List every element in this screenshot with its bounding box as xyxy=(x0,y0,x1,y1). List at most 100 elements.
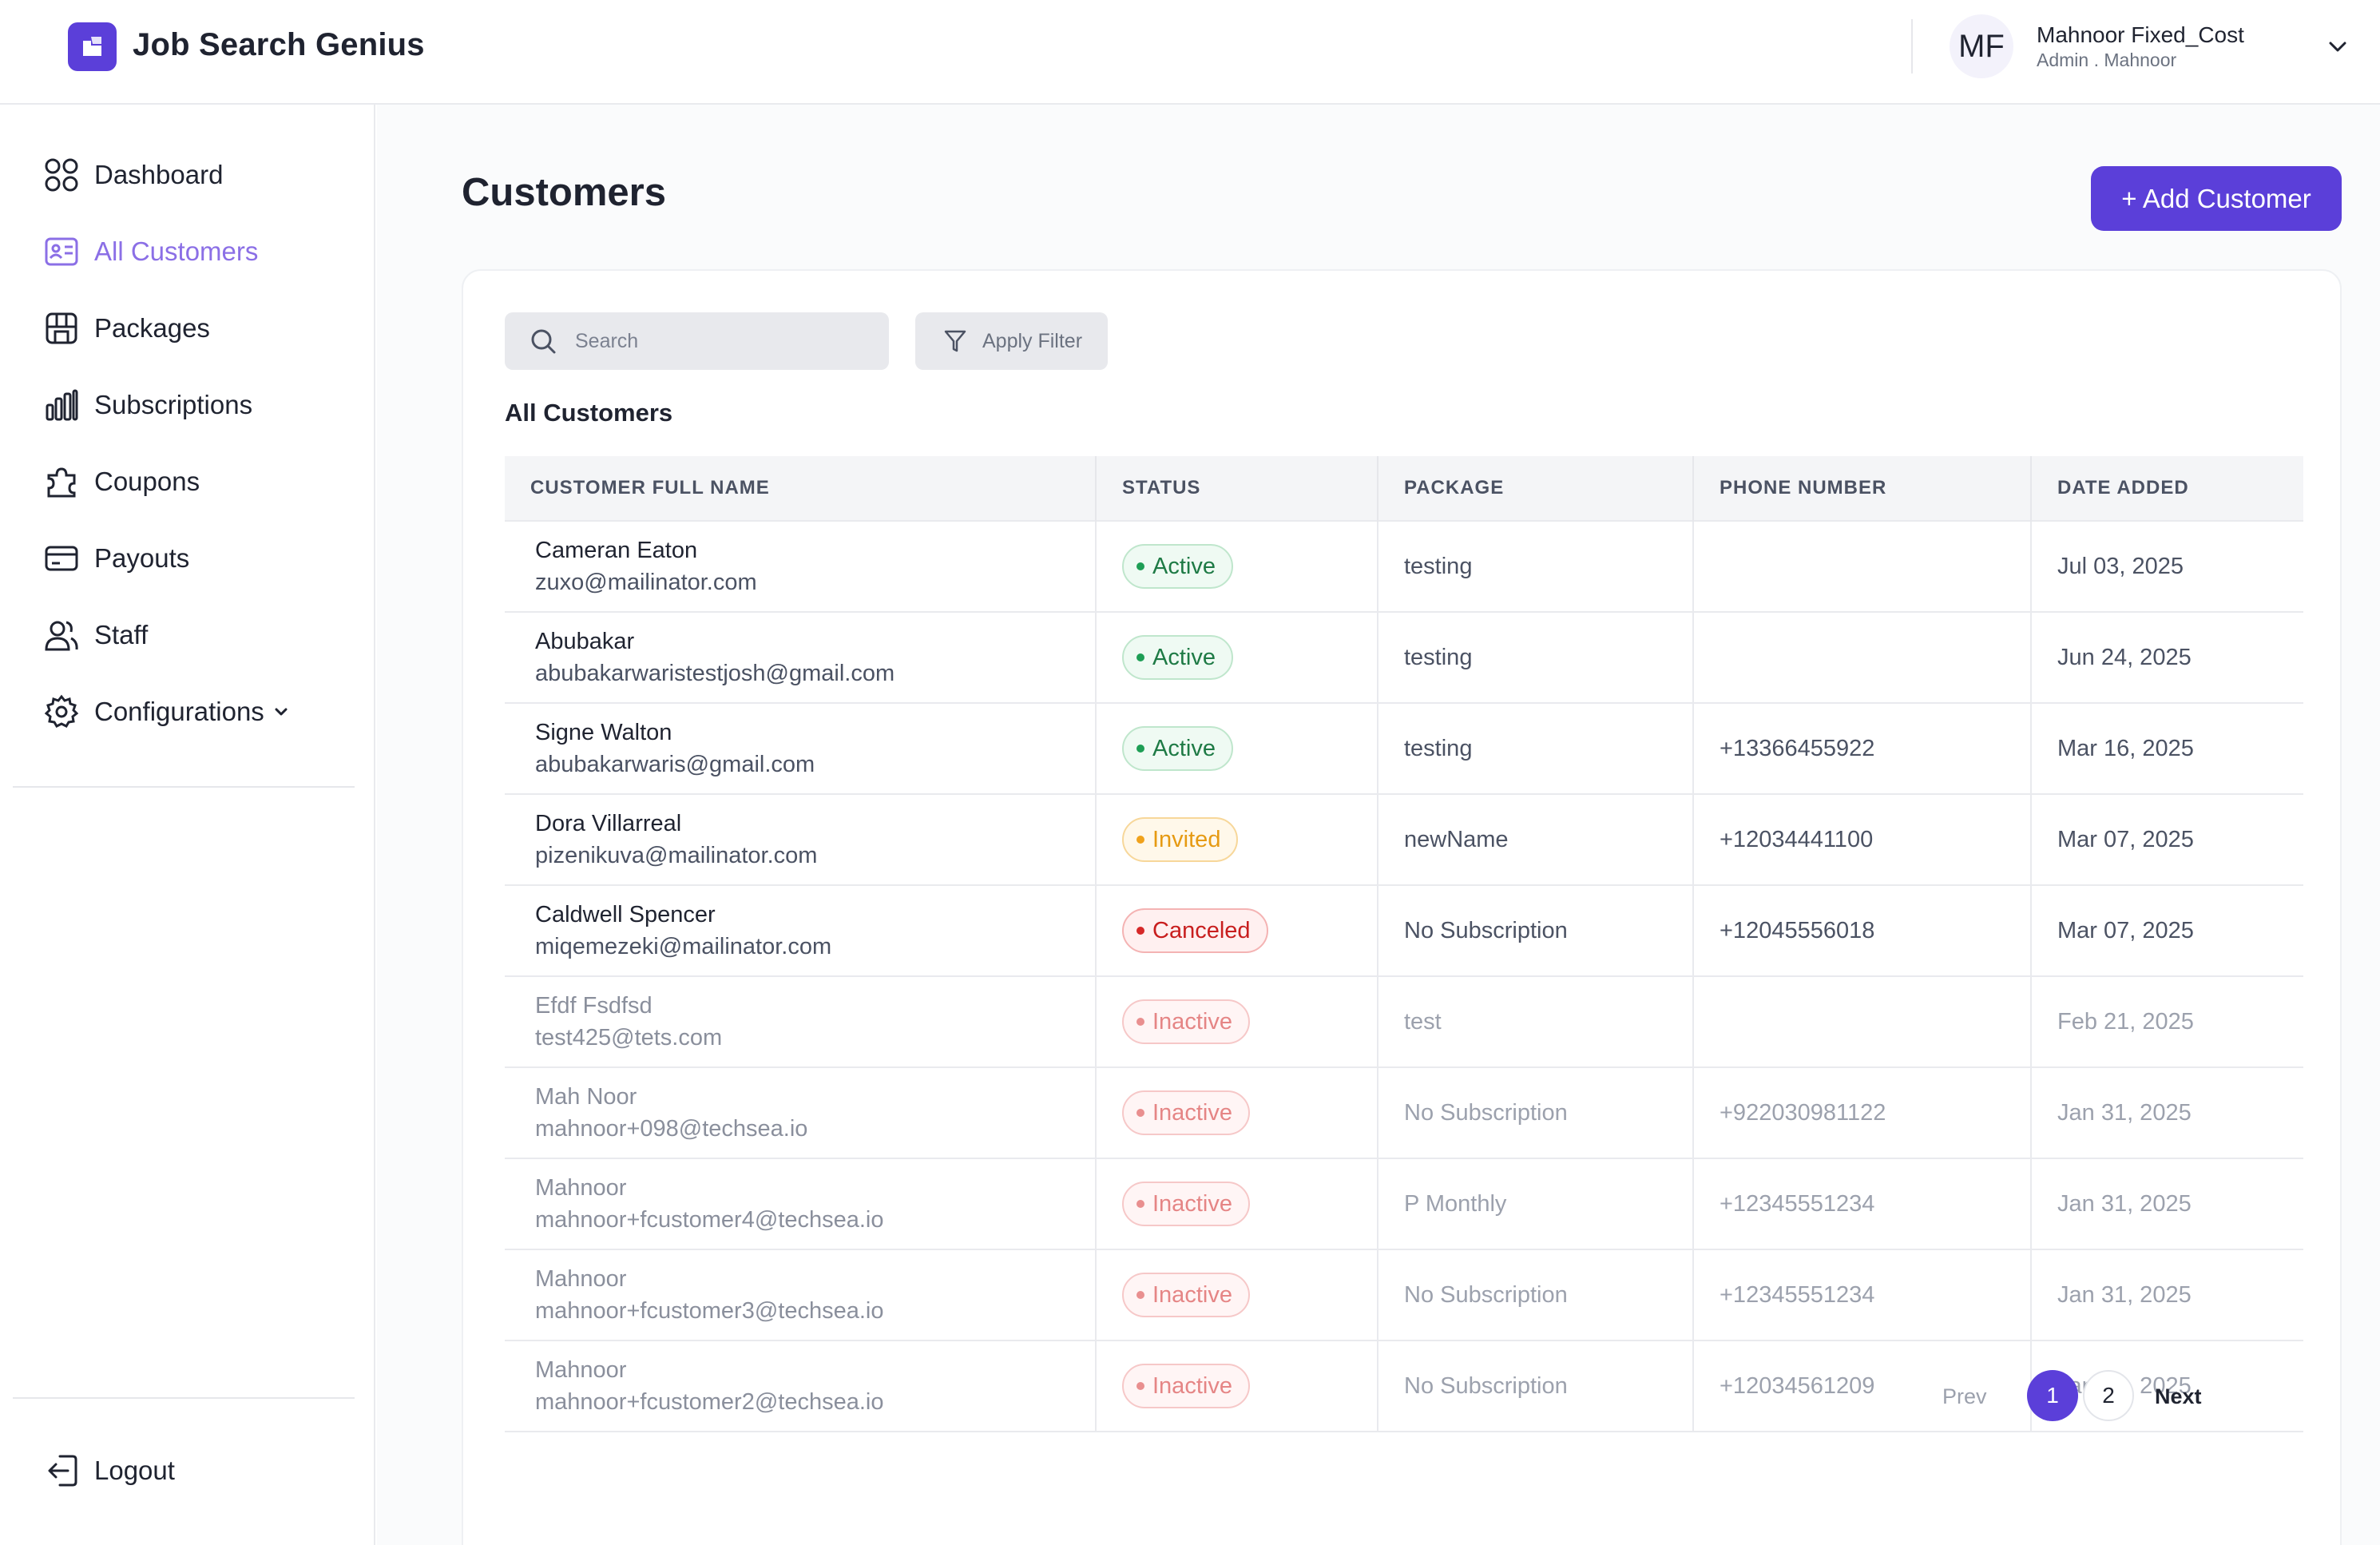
sidebar-item-label: Dashboard xyxy=(94,160,224,189)
status-label: Inactive xyxy=(1152,1281,1232,1308)
column-header-phone[interactable]: PHONE NUMBER xyxy=(1693,456,2032,521)
sidebar-item-packages[interactable]: Packages xyxy=(43,306,210,351)
package-cell: No Subscription xyxy=(1378,1249,1694,1340)
customer-cell: Abubakar abubakarwaristestjosh@gmail.com xyxy=(505,611,1097,703)
app-root: Job Search Genius MF Mahnoor Fixed_Cost … xyxy=(0,0,2380,1545)
status-label: Invited xyxy=(1152,826,1221,852)
status-dot xyxy=(1136,1291,1144,1299)
page-2-button[interactable]: 2 xyxy=(2083,1370,2134,1421)
status-cell: Inactive xyxy=(1096,975,1378,1067)
status-badge: Inactive xyxy=(1122,1364,1250,1408)
apply-filter-label: Apply Filter xyxy=(982,329,1083,352)
customers-table: CUSTOMER FULL NAME STATUS PACKAGE PHONE … xyxy=(505,456,2303,1432)
table-row[interactable]: Cameran Eaton zuxo@mailinator.com Active … xyxy=(505,520,2303,612)
status-label: Active xyxy=(1152,644,1216,670)
add-customer-button[interactable]: + Add Customer xyxy=(2091,166,2342,231)
customer-name: Mahnoor xyxy=(535,1266,627,1292)
chevron-down-icon[interactable] xyxy=(2326,35,2350,63)
table-row[interactable]: Mah Noor mahnoor+098@techsea.io Inactive … xyxy=(505,1066,2303,1158)
phone-cell: +12034441100 xyxy=(1693,793,2032,885)
customers-card: Apply Filter All Customers CUSTOMER FULL… xyxy=(462,269,2342,1545)
column-header-status[interactable]: STATUS xyxy=(1096,456,1378,521)
customer-email: test425@tets.com xyxy=(535,1025,723,1051)
gear-icon xyxy=(43,693,80,730)
date-cell: Jul 03, 2025 xyxy=(2031,520,2303,612)
status-cell: Active xyxy=(1096,611,1378,703)
logout-icon xyxy=(43,1452,80,1489)
package-cell: newName xyxy=(1378,793,1694,885)
customer-cell: Cameran Eaton zuxo@mailinator.com xyxy=(505,520,1097,612)
search-input[interactable] xyxy=(575,329,863,353)
table-row[interactable]: Dora Villarreal pizenikuva@mailinator.com… xyxy=(505,793,2303,885)
customer-name: Efdf Fsdfsd xyxy=(535,993,653,1019)
customer-name: Abubakar xyxy=(535,629,635,654)
avatar[interactable]: MF xyxy=(1950,14,2013,78)
status-label: Inactive xyxy=(1152,1190,1232,1217)
customer-email: zuxo@mailinator.com xyxy=(535,570,757,595)
apply-filter-button[interactable]: Apply Filter xyxy=(915,312,1108,370)
prev-page-button[interactable]: Prev xyxy=(1942,1384,1987,1409)
customer-email: miqemezeki@mailinator.com xyxy=(535,934,832,959)
date-cell: Mar 16, 2025 xyxy=(2031,702,2303,794)
customer-name: Mahnoor xyxy=(535,1357,627,1383)
search-icon xyxy=(531,329,556,354)
search-box[interactable] xyxy=(505,312,889,370)
sidebar-item-coupons[interactable]: Coupons xyxy=(43,459,200,504)
customer-email: mahnoor+098@techsea.io xyxy=(535,1116,808,1142)
sidebar-item-payouts[interactable]: Payouts xyxy=(43,536,189,581)
sidebar-item-staff[interactable]: Staff xyxy=(43,613,148,657)
status-cell: Inactive xyxy=(1096,1066,1378,1158)
status-label: Inactive xyxy=(1152,1372,1232,1399)
phone-cell xyxy=(1693,611,2032,703)
status-cell: Inactive xyxy=(1096,1249,1378,1340)
phone-cell: +12345551234 xyxy=(1693,1249,2032,1340)
column-header-name[interactable]: CUSTOMER FULL NAME xyxy=(505,456,1097,521)
status-badge: Active xyxy=(1122,726,1233,771)
package-cell: No Subscription xyxy=(1378,1340,1694,1432)
sidebar: Dashboard All Customers Packages Subscri… xyxy=(0,105,375,1545)
sidebar-item-dashboard[interactable]: Dashboard xyxy=(43,153,223,197)
sidebar-item-configurations[interactable]: Configurations xyxy=(43,689,290,734)
table-row[interactable]: Efdf Fsdfsd test425@tets.com Inactive tes… xyxy=(505,975,2303,1067)
table-row[interactable]: Caldwell Spencer miqemezeki@mailinator.co… xyxy=(505,884,2303,976)
sidebar-item-all-customers[interactable]: All Customers xyxy=(43,229,258,274)
column-header-date[interactable]: DATE ADDED xyxy=(2031,456,2303,521)
sidebar-item-label: Staff xyxy=(94,620,149,649)
status-cell: Active xyxy=(1096,702,1378,794)
page-title: Customers xyxy=(462,171,666,214)
brand-logo-icon[interactable] xyxy=(68,22,117,71)
table-row[interactable]: Signe Walton abubakarwaris@gmail.com Acti… xyxy=(505,702,2303,794)
customer-email: mahnoor+fcustomer2@techsea.io xyxy=(535,1389,884,1415)
date-cell: Mar 07, 2025 xyxy=(2031,884,2303,976)
package-cell: No Subscription xyxy=(1378,884,1694,976)
package-cell: P Monthly xyxy=(1378,1158,1694,1249)
logout-button[interactable]: Logout xyxy=(43,1448,175,1493)
status-label: Inactive xyxy=(1152,1008,1232,1035)
customer-cell: Signe Walton abubakarwaris@gmail.com xyxy=(505,702,1097,794)
page-1-button[interactable]: 1 xyxy=(2027,1370,2078,1421)
status-badge: Invited xyxy=(1122,817,1239,862)
chevron-down-icon[interactable] xyxy=(272,697,290,727)
status-cell: Canceled xyxy=(1096,884,1378,976)
customer-email: mahnoor+fcustomer3@techsea.io xyxy=(535,1298,884,1324)
status-badge: Inactive xyxy=(1122,1273,1250,1317)
status-badge: Inactive xyxy=(1122,1182,1250,1226)
phone-cell: +12045556018 xyxy=(1693,884,2032,976)
status-label: Active xyxy=(1152,553,1216,579)
next-page-button[interactable]: Next xyxy=(2155,1384,2202,1409)
status-dot xyxy=(1136,836,1144,844)
status-badge: Active xyxy=(1122,635,1233,680)
status-dot xyxy=(1136,653,1144,661)
customer-name: Mahnoor xyxy=(535,1175,627,1201)
user-role: Admin . Mahnoor xyxy=(2037,50,2177,70)
column-header-package[interactable]: PACKAGE xyxy=(1378,456,1694,521)
date-cell: Jun 24, 2025 xyxy=(2031,611,2303,703)
top-header: Job Search Genius MF Mahnoor Fixed_Cost … xyxy=(0,0,2380,105)
dashboard-grid-icon xyxy=(43,157,80,193)
table-row[interactable]: Mahnoor mahnoor+fcustomer3@techsea.io Ina… xyxy=(505,1249,2303,1340)
status-badge: Canceled xyxy=(1122,908,1268,953)
table-row[interactable]: Abubakar abubakarwaristestjosh@gmail.com … xyxy=(505,611,2303,703)
sidebar-item-subscriptions[interactable]: Subscriptions xyxy=(43,383,252,427)
table-row[interactable]: Mahnoor mahnoor+fcustomer4@techsea.io Ina… xyxy=(505,1158,2303,1249)
status-dot xyxy=(1136,1018,1144,1026)
